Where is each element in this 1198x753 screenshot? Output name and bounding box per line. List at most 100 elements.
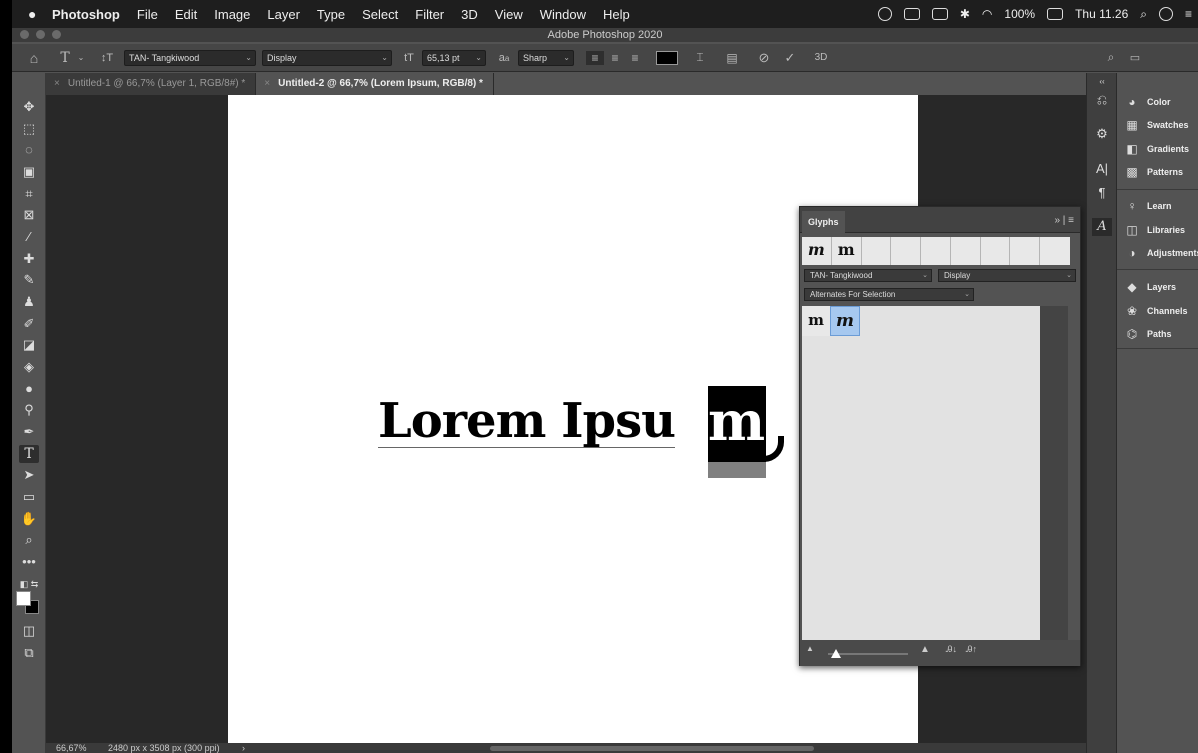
search-icon[interactable]: ⌕ — [1140, 7, 1147, 22]
more-tools-icon[interactable]: ••• — [19, 553, 39, 571]
menu-type[interactable]: Type — [317, 7, 345, 22]
panel-layers[interactable]: ◆ Layers — [1125, 278, 1176, 296]
menu-filter[interactable]: Filter — [415, 7, 444, 22]
panel-paths[interactable]: ⌬ Paths — [1125, 325, 1172, 343]
recent-glyph-empty[interactable] — [1040, 237, 1071, 265]
commit-edits-icon[interactable]: ✓ — [780, 50, 800, 66]
menu-3d[interactable]: 3D — [461, 7, 478, 22]
creative-cloud-icon[interactable] — [877, 7, 892, 21]
minimize-window-icon[interactable] — [36, 30, 45, 39]
glyphs-panel-tab[interactable]: Glyphs — [802, 211, 845, 233]
control-center-icon[interactable]: ≡ — [1185, 7, 1192, 21]
zoom-in-glyph-icon[interactable]: Ꭿ↑ — [966, 644, 977, 655]
character-panel-icon[interactable]: A| — [1092, 160, 1112, 178]
rectangle-tool-icon[interactable]: ▭ — [19, 488, 39, 506]
menu-edit[interactable]: Edit — [175, 7, 197, 22]
close-tab-icon[interactable]: × — [264, 78, 270, 89]
glyphs-panel-icon[interactable]: A — [1092, 218, 1112, 236]
move-tool-icon[interactable]: ✥ — [19, 98, 39, 116]
close-tab-icon[interactable]: × — [54, 78, 60, 89]
search-icon[interactable]: ⌕ — [1102, 50, 1120, 65]
eraser-tool-icon[interactable]: ◪ — [19, 336, 39, 354]
glyphs-panel-header[interactable]: Glyphs » | ≡ — [800, 207, 1080, 233]
lasso-tool-icon[interactable]: ◌ — [19, 141, 39, 159]
document-info[interactable]: 2480 px x 3508 px (300 ppi) — [108, 743, 220, 753]
warp-text-icon[interactable]: ⌶ — [690, 50, 710, 65]
toggle-text-orientation-icon[interactable]: ↕T — [98, 52, 116, 64]
paragraph-panel-icon[interactable]: ¶ — [1092, 184, 1112, 202]
font-style-select[interactable]: Display ⌄ — [262, 49, 392, 66]
foreground-color-swatch[interactable] — [16, 591, 31, 606]
recent-glyph-empty[interactable] — [950, 237, 981, 265]
history-panel-icon[interactable]: ⎌ — [1092, 91, 1112, 109]
pen-tool-icon[interactable]: ✒ — [19, 423, 39, 441]
align-right-icon[interactable]: ≡ — [626, 51, 644, 65]
menu-app-name[interactable]: Photoshop — [52, 7, 120, 22]
bluetooth-icon[interactable]: ✱ — [960, 7, 970, 21]
zoom-tool-icon[interactable]: ⌕ — [19, 531, 39, 549]
collapse-panels-icon[interactable]: ‹‹ — [1092, 73, 1112, 91]
clone-stamp-tool-icon[interactable]: ♟ — [19, 293, 39, 311]
path-select-tool-icon[interactable]: ➤ — [19, 466, 39, 484]
glyphs-font-family-select[interactable]: TAN- Tangkiwood ⌄ — [804, 269, 932, 282]
crop-tool-icon[interactable]: ⌗ — [19, 185, 39, 203]
dodge-tool-icon[interactable]: ⚲ — [19, 401, 39, 419]
status-menu-arrow[interactable]: › — [242, 743, 245, 753]
zoom-out-glyph-icon[interactable]: Ꭿ↓ — [946, 644, 957, 655]
hand-tool-icon[interactable]: ✋ — [19, 510, 39, 528]
recent-glyph[interactable]: m — [802, 237, 832, 265]
panel-patterns[interactable]: ▩ Patterns — [1125, 163, 1183, 181]
small-glyph-size-icon[interactable]: ▲ — [806, 644, 814, 653]
battery-icon[interactable] — [1047, 8, 1064, 20]
text-layer-lorem-ipsum[interactable]: Lorem Ipsu — [378, 395, 676, 448]
recent-glyph-empty[interactable] — [891, 237, 922, 265]
panel-learn[interactable]: ♀ Learn — [1125, 197, 1172, 215]
frame-tool-icon[interactable]: ⊠ — [19, 206, 39, 224]
panel-color[interactable]: ◕ Color — [1125, 93, 1170, 111]
zoom-level[interactable]: 66,67% — [56, 743, 87, 753]
panel-libraries[interactable]: ◫ Libraries — [1125, 221, 1185, 239]
menu-select[interactable]: Select — [362, 7, 398, 22]
glyphs-filter-select[interactable]: Alternates For Selection ⌄ — [804, 288, 974, 301]
align-left-icon[interactable]: ≡ — [586, 50, 604, 65]
font-size-select[interactable]: 65,13 pt ⌄ — [422, 49, 486, 66]
paint-bucket-tool-icon[interactable]: ◈ — [19, 358, 39, 376]
recent-glyph-empty[interactable] — [861, 237, 892, 265]
character-panel-icon[interactable]: ▤ — [722, 51, 742, 65]
panel-menu-icon[interactable]: » | ≡ — [1054, 215, 1074, 226]
zoom-window-icon[interactable] — [52, 30, 61, 39]
panel-gradients[interactable]: ◧ Gradients — [1125, 140, 1189, 158]
home-icon[interactable]: ⌂ — [24, 50, 44, 66]
align-center-icon[interactable]: ≡ — [606, 51, 624, 65]
healing-brush-tool-icon[interactable]: ✚ — [19, 250, 39, 268]
properties-panel-icon[interactable]: ⚙ — [1092, 125, 1112, 143]
wifi-icon[interactable]: ◠ — [982, 7, 992, 21]
siri-icon[interactable] — [1158, 7, 1173, 21]
text-color-swatch[interactable] — [656, 50, 678, 65]
recent-glyph[interactable]: m — [831, 237, 862, 265]
display-icon[interactable] — [931, 8, 948, 20]
horizontal-scrollbar[interactable] — [490, 746, 814, 751]
menu-file[interactable]: File — [137, 7, 158, 22]
brush-tool-icon[interactable]: ✎ — [19, 271, 39, 289]
eyedropper-tool-icon[interactable]: ⁄ — [19, 228, 39, 246]
glyphs-font-style-select[interactable]: Display ⌄ — [938, 269, 1076, 282]
close-window-icon[interactable] — [20, 30, 29, 39]
history-brush-tool-icon[interactable]: ✐ — [19, 315, 39, 333]
tab-untitled-1[interactable]: × Untitled-1 @ 66,7% (Layer 1, RGB/8#) * — [46, 73, 257, 95]
cancel-edits-icon[interactable]: ⊘ — [754, 50, 774, 66]
quick-select-tool-icon[interactable]: ▣ — [19, 163, 39, 181]
recent-glyph-empty[interactable] — [921, 237, 951, 265]
create-3d-button[interactable]: 3D — [810, 52, 832, 63]
large-glyph-size-icon[interactable]: ▲ — [920, 644, 930, 655]
quick-mask-icon[interactable]: ◫ — [19, 622, 39, 640]
preset-chevron-icon[interactable]: ⌄ — [76, 53, 86, 62]
recent-glyph-empty[interactable] — [980, 237, 1011, 265]
menu-layer[interactable]: Layer — [267, 7, 300, 22]
panel-adjustments[interactable]: ◑ Adjustments — [1125, 244, 1198, 262]
tab-untitled-2[interactable]: × Untitled-2 @ 66,7% (Lorem Ipsum, RGB/8)… — [256, 73, 494, 95]
panel-channels[interactable]: ❀ Channels — [1125, 302, 1188, 320]
clock[interactable]: Thu 11.26 — [1075, 7, 1128, 21]
menu-image[interactable]: Image — [214, 7, 250, 22]
blur-tool-icon[interactable]: ● — [19, 380, 39, 398]
